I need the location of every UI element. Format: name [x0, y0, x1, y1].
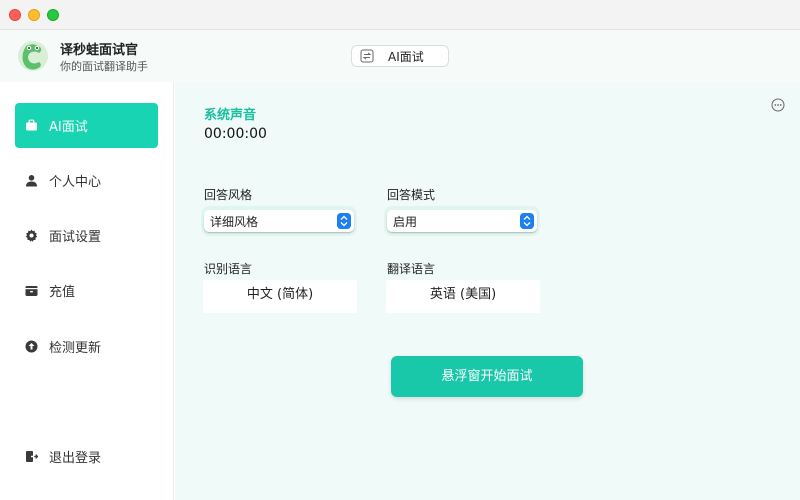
answer-style-label: 回答风格 — [204, 188, 253, 202]
logout-button[interactable]: 退出登录 — [15, 434, 158, 479]
answer-mode-value: 启用 — [393, 215, 418, 229]
sidebar-item-check-update[interactable]: 检测更新 — [15, 324, 158, 369]
select-stepper-icon — [337, 213, 351, 229]
answer-mode-label: 回答模式 — [387, 188, 436, 202]
sidebar-item-label: 个人中心 — [49, 175, 102, 190]
app-name: 译秒蛙面试官 — [60, 43, 139, 58]
answer-mode-select[interactable]: 启用 — [387, 210, 537, 232]
translation-language-value: 英语 (美国) — [429, 287, 497, 302]
logout-label: 退出登录 — [49, 451, 102, 466]
answer-style-value: 详细风格 — [210, 215, 259, 229]
app-subtitle: 你的面试翻译助手 — [60, 60, 148, 73]
sidebar-item-interview-settings[interactable]: 面试设置 — [15, 213, 158, 258]
frog-logo-icon — [18, 41, 48, 71]
start-floating-interview-button[interactable]: 悬浮窗开始面试 — [391, 356, 583, 397]
sidebar-item-recharge[interactable]: 充值 — [15, 268, 158, 313]
recognition-language-label: 识别语言 — [204, 262, 253, 276]
mode-button-label: AI面试 — [388, 49, 424, 64]
answer-style-select[interactable]: 详细风格 — [204, 210, 354, 232]
section-title: 系统声音 — [204, 108, 257, 123]
wallet-icon — [25, 286, 38, 296]
logout-icon — [26, 451, 38, 462]
recognition-language-value: 中文 (简体) — [246, 287, 314, 302]
answer-style-select-wrap: 详细风格 — [201, 206, 357, 236]
more-options-icon[interactable] — [771, 98, 785, 112]
person-icon — [26, 175, 37, 187]
sidebar-item-label: AI面试 — [49, 120, 88, 135]
briefcase-icon — [26, 119, 37, 131]
sidebar-item-personal-center[interactable]: 个人中心 — [15, 158, 158, 203]
recognition-language-selector[interactable]: 中文 (简体) — [203, 280, 357, 313]
answer-mode-select-wrap: 启用 — [384, 206, 540, 236]
close-window-button[interactable] — [9, 9, 21, 21]
sidebar: AI面试 个人中心 面试设置 充值 检测更新 退出登录 — [0, 82, 174, 500]
interview-timer: 00:00:00 — [204, 126, 267, 142]
ai-interview-mode-button[interactable]: AI面试 — [351, 45, 449, 67]
minimize-window-button[interactable] — [28, 9, 40, 21]
sidebar-item-label: 充值 — [49, 285, 76, 300]
translation-language-selector[interactable]: 英语 (美国) — [386, 280, 540, 313]
window-titlebar — [0, 0, 800, 30]
arrow-up-circle-icon — [25, 340, 38, 353]
swap-icon — [360, 49, 374, 63]
sidebar-item-ai-interview[interactable]: AI面试 — [15, 103, 158, 148]
sidebar-item-label: 面试设置 — [49, 230, 102, 245]
maximize-window-button[interactable] — [47, 9, 59, 21]
translation-language-label: 翻译语言 — [387, 262, 436, 276]
gear-icon — [25, 229, 38, 242]
sidebar-item-label: 检测更新 — [49, 341, 102, 356]
select-stepper-icon — [520, 213, 534, 229]
